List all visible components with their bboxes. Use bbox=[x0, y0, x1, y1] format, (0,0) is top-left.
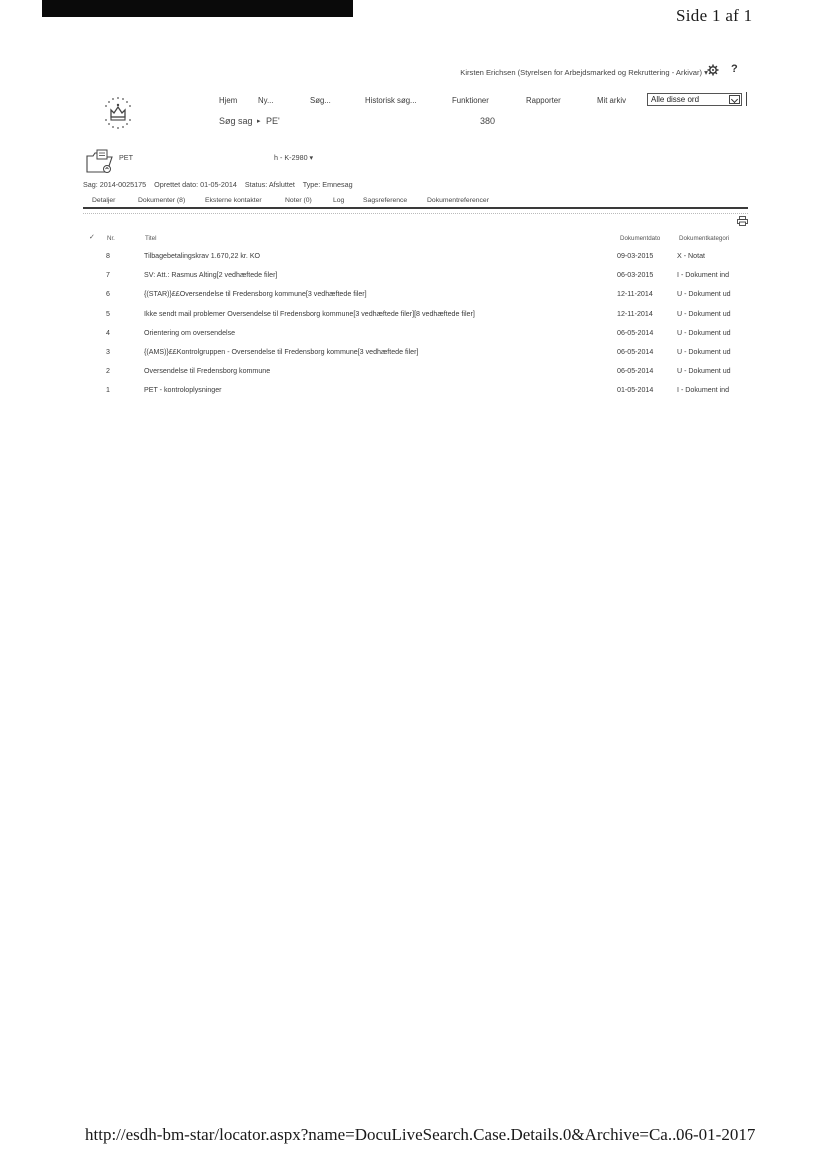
print-footer-date: 06-01-2017 bbox=[676, 1125, 756, 1144]
tab-external-contacts[interactable]: Eksterne kontakter bbox=[205, 197, 262, 204]
breadcrumb-number: 380 bbox=[480, 116, 496, 126]
row-title-link[interactable]: Oversendelse til Fredensborg kommune bbox=[144, 367, 270, 375]
row-title-link[interactable]: Tilbagebetalingskrav 1.670,22 kr. KO bbox=[144, 252, 260, 260]
print-icon[interactable] bbox=[737, 216, 748, 226]
tab-log[interactable]: Log bbox=[333, 197, 344, 204]
row-number: 3 bbox=[106, 348, 110, 356]
row-document-category: I - Dokument ind bbox=[677, 386, 730, 395]
help-icon[interactable]: ? bbox=[731, 63, 738, 75]
case-status: Status: Afsluttet bbox=[244, 180, 295, 189]
table-row[interactable]: 2 Oversendelse til Fredensborg kommune 06-… bbox=[83, 367, 748, 386]
table-row[interactable]: 4 Orientering om oversendelse 06-05-2014 U … bbox=[83, 329, 748, 348]
row-title-link[interactable]: Ikke sendt mail problemer Oversendelse t… bbox=[144, 310, 475, 318]
nav-my-archive[interactable]: Mit arkiv bbox=[597, 96, 626, 105]
row-title-link[interactable]: {(STAR)}££Oversendelse til Fredensborg k… bbox=[144, 290, 367, 298]
column-header-category[interactable]: Dokumentkategori bbox=[679, 235, 729, 242]
breadcrumb-separator-icon: ▸ bbox=[257, 118, 261, 125]
row-title-link[interactable]: Orientering om oversendelse bbox=[144, 329, 235, 337]
case-name: PET bbox=[119, 153, 133, 162]
row-document-category: X - Notat bbox=[677, 252, 705, 260]
select-all-checkbox[interactable]: ✓ bbox=[89, 233, 95, 241]
tab-case-reference[interactable]: Sagsreference bbox=[363, 197, 407, 204]
tab-document-references[interactable]: Dokumentreferencer bbox=[427, 197, 489, 204]
chevron-down-icon bbox=[729, 95, 740, 104]
row-document-category: U - Dokument ud bbox=[677, 367, 731, 376]
row-title-link[interactable]: {(AMS)}££Kontrolgruppen - Oversendelse t… bbox=[144, 348, 418, 356]
nav-history-search[interactable]: Historisk søg... bbox=[365, 96, 417, 105]
row-document-date: 06-03-2015 bbox=[617, 271, 654, 280]
gear-icon[interactable] bbox=[707, 64, 719, 76]
nav-home[interactable]: Hjem bbox=[219, 96, 237, 105]
row-document-category: U - Dokument ud bbox=[677, 348, 731, 356]
row-document-category: U - Dokument ud bbox=[677, 309, 731, 318]
agency-crown-logo bbox=[105, 97, 131, 129]
row-number: 2 bbox=[106, 367, 110, 376]
case-title-dropdown[interactable]: h - K-2980 ▾ bbox=[274, 153, 313, 162]
row-title-link[interactable]: SV: Att.: Rasmus Alting[2 vedhæftede fil… bbox=[144, 271, 277, 279]
case-meta: Sag: 2014-0025175 Oprettet dato: 01-05-2… bbox=[83, 180, 359, 189]
tab-documents[interactable]: Dokumenter (8) bbox=[138, 197, 185, 204]
column-header-date[interactable]: Dokumentdato bbox=[620, 235, 660, 242]
table-row[interactable]: 5 Ikke sendt mail problemer Oversendelse … bbox=[83, 310, 748, 329]
row-document-date: 06-05-2014 bbox=[617, 348, 654, 356]
redaction-bar bbox=[42, 0, 353, 17]
breadcrumb-search-case[interactable]: Søg sag bbox=[219, 116, 253, 126]
row-document-date: 06-05-2014 bbox=[617, 367, 654, 376]
nav-new[interactable]: Ny... bbox=[258, 96, 273, 105]
table-row[interactable]: 7 SV: Att.: Rasmus Alting[2 vedhæftede fi… bbox=[83, 271, 748, 290]
table-row[interactable]: 6 {(STAR)}££Oversendelse til Fredensborg … bbox=[83, 290, 748, 309]
user-menu[interactable]: Kirsten Erichsen (Styrelsen for Arbejdsm… bbox=[460, 68, 708, 77]
row-number: 4 bbox=[106, 328, 110, 337]
print-footer-url: http://esdh-bm-star/locator.aspx?name=Do… bbox=[85, 1125, 681, 1144]
search-mode-value: Alle disse ord bbox=[651, 95, 700, 104]
row-document-date: 06-05-2014 bbox=[617, 328, 654, 337]
breadcrumb-case[interactable]: PE' bbox=[266, 116, 280, 126]
row-number: 7 bbox=[106, 271, 110, 280]
print-page-label: Side 1 af 1 bbox=[676, 6, 753, 25]
divider bbox=[83, 213, 748, 214]
table-row[interactable]: 1 PET - kontroloplysninger 01-05-2014 I - D… bbox=[83, 386, 748, 405]
row-document-category: I - Dokument ind bbox=[677, 271, 730, 280]
case-folder-icon bbox=[86, 149, 113, 173]
row-title-link[interactable]: PET - kontroloplysninger bbox=[144, 386, 222, 394]
nav-reports[interactable]: Rapporter bbox=[526, 96, 561, 105]
row-number: 8 bbox=[106, 252, 110, 260]
row-document-date: 01-05-2014 bbox=[617, 386, 654, 395]
row-document-date: 12-11-2014 bbox=[617, 290, 653, 299]
row-document-date: 09-03-2015 bbox=[617, 252, 654, 260]
nav-functions[interactable]: Funktioner bbox=[452, 96, 489, 105]
column-header-title[interactable]: Titel bbox=[145, 235, 156, 242]
tab-details[interactable]: Detaljer bbox=[92, 197, 115, 204]
case-created-date: Oprettet dato: 01-05-2014 bbox=[154, 180, 237, 189]
divider bbox=[746, 92, 747, 106]
search-mode-select[interactable]: Alle disse ord bbox=[647, 93, 742, 106]
row-number: 6 bbox=[106, 290, 110, 299]
row-number: 1 bbox=[106, 386, 110, 395]
nav-search[interactable]: Søg... bbox=[310, 96, 331, 105]
row-document-date: 12-11-2014 bbox=[617, 309, 653, 318]
case-number: Sag: 2014-0025175 bbox=[83, 180, 147, 189]
table-row[interactable]: 3 {(AMS)}££Kontrolgruppen - Oversendelse … bbox=[83, 348, 748, 367]
table-row[interactable]: 8 Tilbagebetalingskrav 1.670,22 kr. KO 09-… bbox=[83, 252, 748, 271]
tab-notes[interactable]: Noter (0) bbox=[285, 197, 312, 204]
tab-divider bbox=[83, 207, 748, 209]
column-header-nr[interactable]: Nr. bbox=[107, 235, 115, 242]
row-document-category: U - Dokument ud bbox=[677, 328, 731, 337]
row-document-category: U - Dokument ud bbox=[677, 290, 731, 299]
row-number: 5 bbox=[106, 309, 110, 318]
case-type: Type: Emnesag bbox=[302, 180, 353, 189]
